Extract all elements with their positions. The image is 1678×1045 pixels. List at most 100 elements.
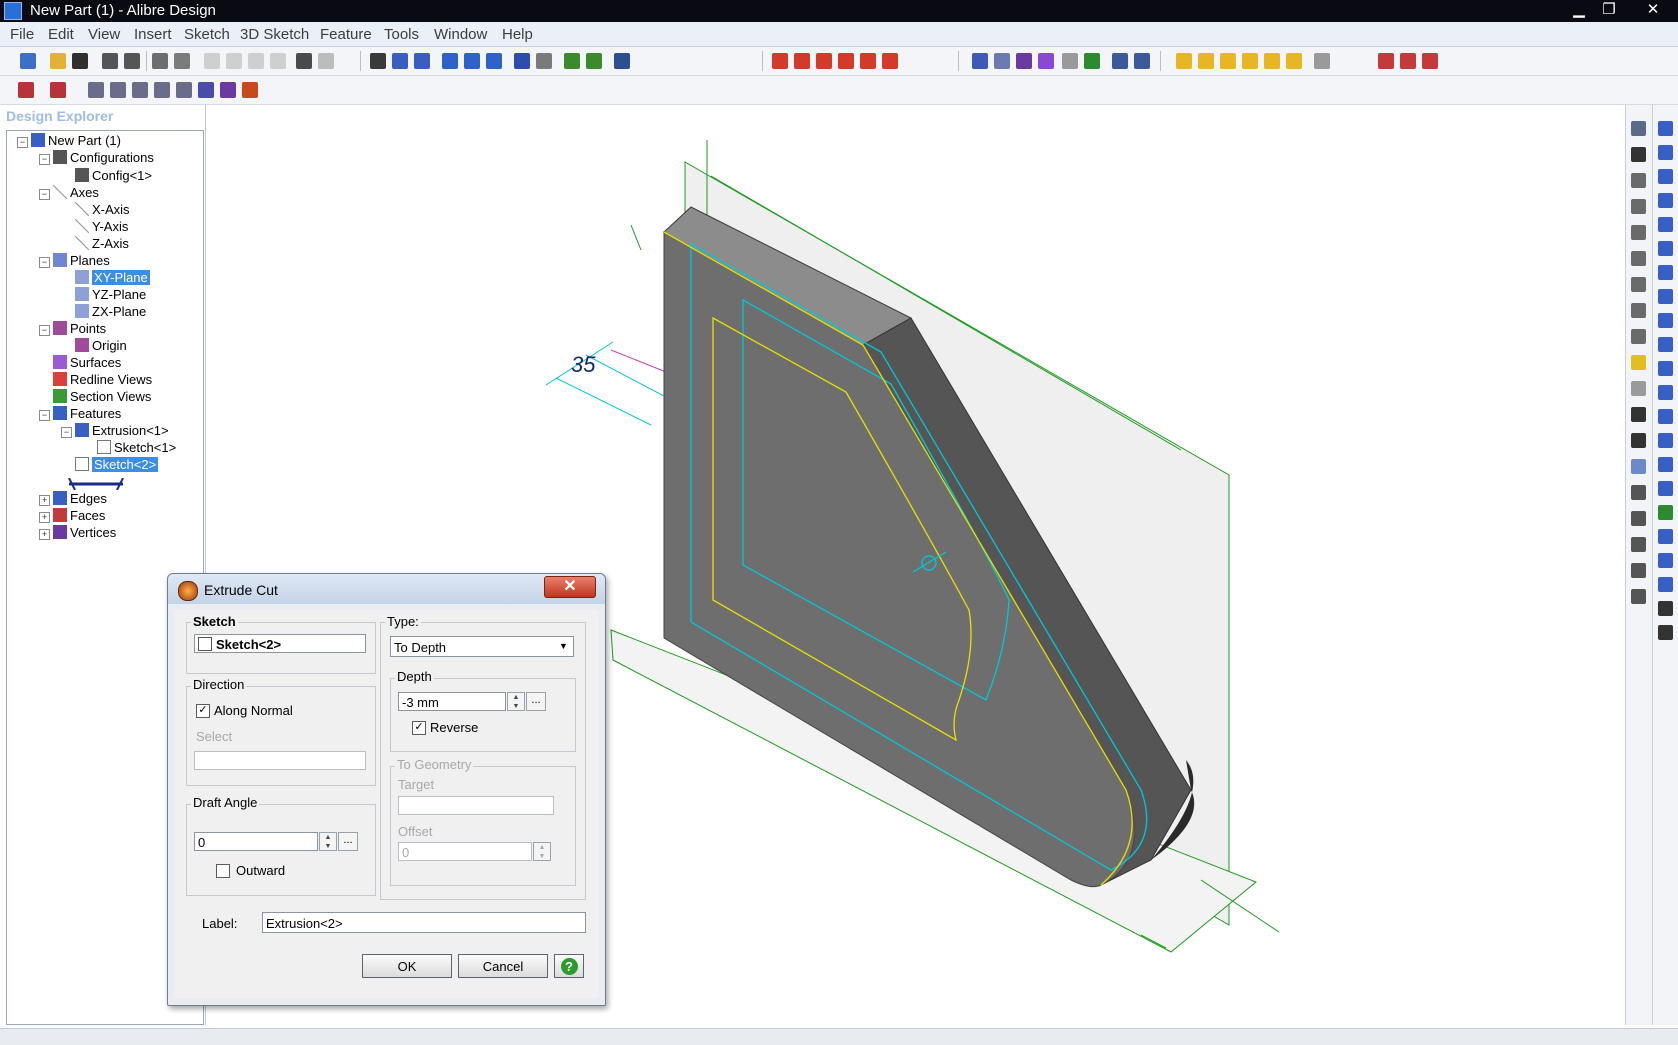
text-sketch-icon[interactable] [1631,381,1646,396]
menu-view[interactable]: View [88,26,120,43]
offset-icon[interactable] [1631,485,1646,500]
rectangle-icon[interactable] [816,53,832,69]
zoom-window-icon[interactable] [464,53,480,69]
zoom-in-icon[interactable] [442,53,458,69]
equation-icon[interactable] [1658,601,1673,616]
dimension-tool-icon[interactable] [1658,625,1673,640]
menu-tools[interactable]: Tools [384,26,419,43]
extrude-icon[interactable] [18,82,34,98]
tree-item-points[interactable]: Points [53,321,106,336]
menu-feature[interactable]: Feature [320,26,372,43]
tree-item-edges[interactable]: Edges [53,491,107,506]
undo-icon[interactable] [296,53,312,69]
shell-feature-icon[interactable] [1658,337,1673,352]
export-image-icon[interactable] [1422,53,1438,69]
redo-icon[interactable] [318,53,334,69]
view-bottom-icon[interactable] [1242,53,1258,69]
hole-feature-icon[interactable] [1658,409,1673,424]
tree-item-sketch-1[interactable]: Sketch<1> [97,440,176,455]
point-tool-icon[interactable] [1016,53,1032,69]
tree-item-xy-plane[interactable]: XY-Plane [75,270,150,285]
extrude-cut-icon[interactable] [1658,145,1673,160]
export-dwg-icon[interactable] [1400,53,1416,69]
arc-icon[interactable] [1631,277,1646,292]
grid-icon[interactable] [1314,53,1330,69]
activate-sketch-icon[interactable] [1631,121,1646,136]
scale-icon[interactable] [1658,529,1673,544]
dimension-label[interactable]: 35 [571,352,596,377]
list-icon[interactable] [1062,53,1078,69]
previous-view-icon[interactable] [514,53,530,69]
zoom-fit-icon[interactable] [486,53,502,69]
point-icon[interactable] [1631,173,1646,188]
tree-item-z-axis[interactable]: Z-Axis [75,236,129,251]
hole-icon[interactable] [176,82,192,98]
select-arrow-icon[interactable] [370,53,386,69]
balance-icon[interactable] [1134,53,1150,69]
draft-angle-spinner[interactable]: ▲ ▼ [319,832,337,851]
save-icon[interactable] [72,53,88,69]
tree-item-vertices[interactable]: Vertices [53,525,116,540]
menu-edit[interactable]: Edit [48,26,74,43]
select-field[interactable] [194,751,366,770]
sketch-field[interactable]: Sketch<2> [194,634,366,653]
collapse-toggle[interactable]: − [39,257,50,268]
cancel-button[interactable]: Cancel [458,954,548,978]
collapse-toggle[interactable]: − [39,325,50,336]
measure-icon[interactable] [1112,53,1128,69]
collapse-toggle[interactable]: − [17,137,28,148]
axis-tool-icon[interactable] [994,53,1010,69]
collapse-toggle[interactable]: − [61,427,72,438]
trim-icon[interactable] [1631,407,1646,422]
reverse-checkbox[interactable]: ✓ [412,721,426,735]
target-field[interactable] [398,796,554,815]
expand-toggle[interactable]: + [39,512,50,523]
document-copy-icon[interactable] [124,53,140,69]
tree-item-yz-plane[interactable]: YZ-Plane [75,287,146,302]
pattern-icon[interactable] [198,82,214,98]
menu-window[interactable]: Window [434,26,487,43]
depth-browse-button[interactable]: ... [526,692,546,711]
view-back-icon[interactable] [1198,53,1214,69]
surface-tool-icon[interactable] [1038,53,1054,69]
rib-icon[interactable] [1658,577,1673,592]
fillet-feature-icon[interactable] [1658,361,1673,376]
delete-icon[interactable] [270,53,286,69]
collapse-toggle[interactable]: − [39,189,50,200]
ok-button[interactable]: OK [362,954,452,978]
menu-help[interactable]: Help [502,26,533,43]
fillet-icon[interactable] [88,82,104,98]
sketch-pattern-icon[interactable] [1631,459,1646,474]
outward-checkbox[interactable] [216,864,230,878]
line-icon[interactable] [1631,199,1646,214]
cut-icon[interactable] [204,53,220,69]
open-icon[interactable] [50,53,66,69]
tree-item-redline-views[interactable]: Redline Views [53,372,152,387]
expand-toggle[interactable]: + [39,495,50,506]
sketch-node-icon[interactable] [1631,355,1646,370]
shell-icon[interactable] [132,82,148,98]
tree-item-y-axis[interactable]: Y-Axis [75,219,128,234]
revolve-boss-icon[interactable] [1658,169,1673,184]
thicken-icon[interactable] [1658,553,1673,568]
depth-spinner[interactable]: ▲ ▼ [507,692,525,711]
revolve-cut-icon[interactable] [1658,193,1673,208]
spline-icon[interactable] [1631,329,1646,344]
circle-icon[interactable] [1631,251,1646,266]
draft-angle-input[interactable]: 0 [194,832,318,851]
tree-item-extrusion[interactable]: Extrusion<1> [75,423,169,438]
helix-icon[interactable] [1658,265,1673,280]
dialog-close-button[interactable]: ✕ [544,576,596,598]
ellipse-icon[interactable] [794,53,810,69]
view-front-icon[interactable] [1176,53,1192,69]
mirror-sketch-icon[interactable] [1631,537,1646,552]
mirror-feature-icon[interactable] [220,82,236,98]
print-icon[interactable] [152,53,168,69]
tree-item-section-views[interactable]: Section Views [53,389,151,404]
centerline-icon[interactable] [1631,225,1646,240]
move-sketch-icon[interactable] [1631,589,1646,604]
collapse-toggle[interactable]: − [39,154,50,165]
tree-item-faces[interactable]: Faces [53,508,105,523]
close-window-button[interactable]: ✕ [1640,1,1666,19]
draft-icon[interactable] [154,82,170,98]
